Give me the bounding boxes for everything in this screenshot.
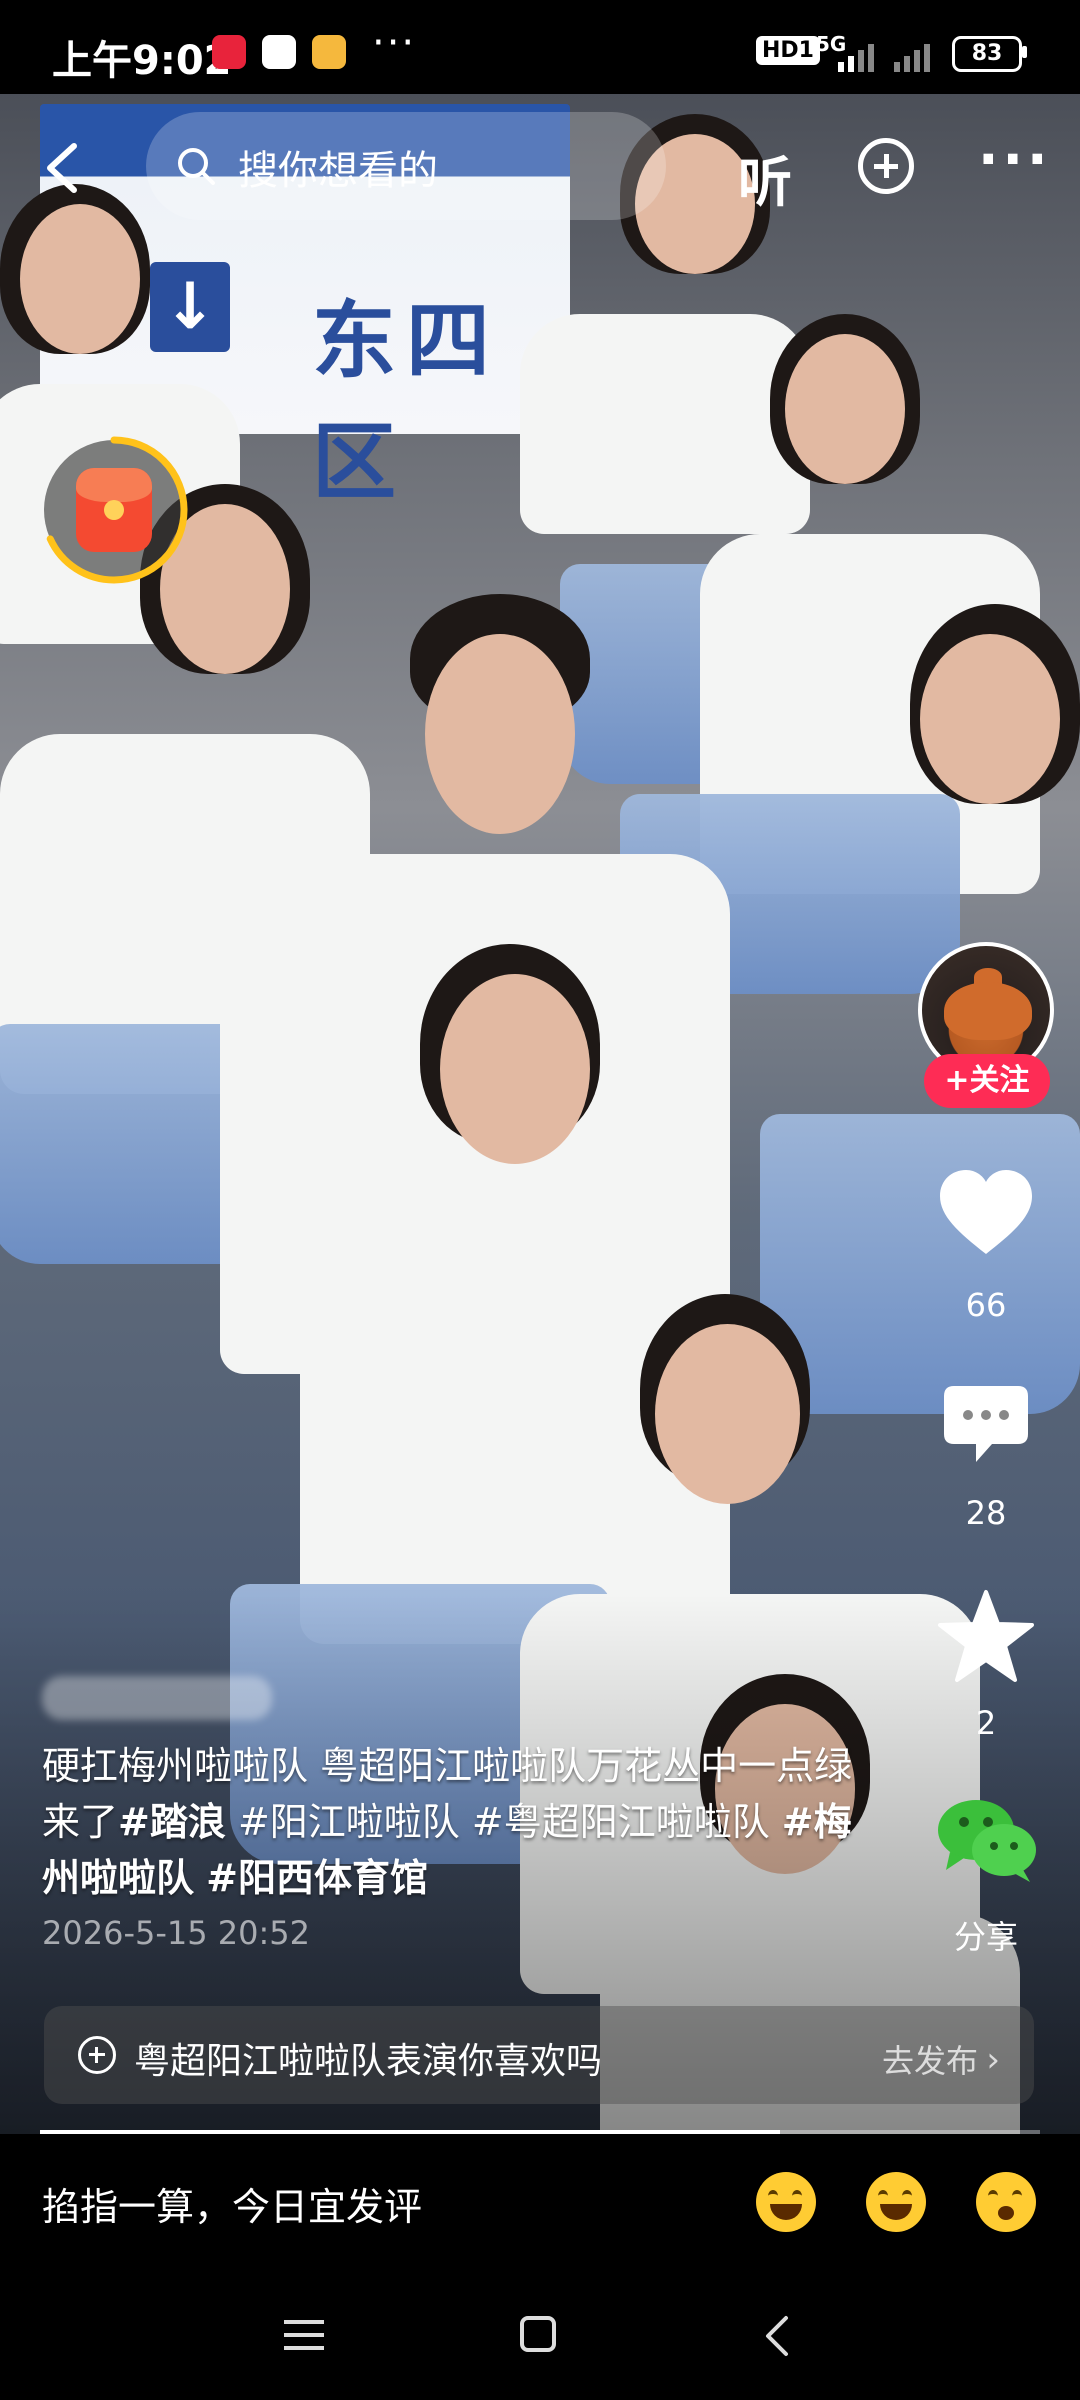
hd-badge: HD1 bbox=[756, 36, 820, 65]
video-app-notif-icon bbox=[262, 35, 296, 69]
wechat-share-icon[interactable] bbox=[934, 1796, 1040, 1882]
search-bar[interactable]: 搜你想看的 bbox=[146, 112, 666, 220]
signal-icon bbox=[838, 44, 930, 72]
back-icon[interactable] bbox=[38, 140, 88, 196]
favorite-count: 2 bbox=[975, 1704, 997, 1742]
search-icon bbox=[178, 148, 215, 185]
comment-input[interactable]: 掐指一算，今日宜发评 bbox=[42, 2176, 422, 2231]
home-icon[interactable] bbox=[520, 2316, 556, 2352]
comment-bar[interactable]: 掐指一算，今日宜发评 bbox=[0, 2134, 1080, 2274]
status-more-dots: ··· bbox=[372, 20, 417, 66]
performer bbox=[785, 334, 905, 484]
video-caption[interactable]: 硬扛梅州啦啦队 粤超阳江啦啦队万花丛中一点绿来了#踏浪 #阳江啦啦队 #粤超阳江… bbox=[42, 1738, 882, 1906]
wink-mouth bbox=[998, 2206, 1014, 2220]
share-label[interactable]: 分享 bbox=[926, 1912, 1046, 1958]
red-packet-seal bbox=[104, 500, 124, 520]
hashtag-link[interactable]: #阳西体育馆 bbox=[206, 1856, 428, 1900]
star-icon[interactable] bbox=[936, 1588, 1036, 1684]
more-icon[interactable]: ··· bbox=[978, 133, 1052, 187]
performer bbox=[920, 634, 1060, 804]
performer bbox=[655, 1324, 800, 1504]
xiaohongshu-notif-icon bbox=[212, 35, 246, 69]
red-packet-flap bbox=[76, 468, 152, 502]
grin-emoji-icon[interactable] bbox=[866, 2172, 926, 2232]
plus-circle-icon bbox=[78, 2036, 116, 2074]
comment-count: 28 bbox=[965, 1494, 1007, 1532]
battery-icon: 83 bbox=[952, 36, 1022, 72]
system-nav-bar bbox=[0, 2274, 1080, 2400]
caption-text: #阳江啦啦队 #粤超阳江啦啦队 bbox=[225, 1800, 782, 1844]
like-count: 66 bbox=[965, 1286, 1007, 1324]
back-nav-icon[interactable] bbox=[758, 2314, 798, 2358]
wink-emoji-icon[interactable] bbox=[976, 2172, 1036, 2232]
comment-icon[interactable] bbox=[940, 1382, 1032, 1466]
author-name-blurred bbox=[42, 1676, 272, 1720]
search-placeholder: 搜你想看的 bbox=[238, 148, 438, 194]
notes-notif-icon bbox=[312, 35, 346, 69]
hashtag-link[interactable]: #踏浪 bbox=[118, 1800, 226, 1844]
status-bar: 上午9:02 ··· HD1 5G 83 bbox=[0, 0, 1080, 104]
laugh-crying-emoji-icon[interactable] bbox=[756, 2172, 816, 2232]
performer bbox=[425, 634, 575, 834]
post-timestamp: 2026-5-15 20:52 bbox=[42, 1914, 310, 1952]
prompt-text: 粤超阳江啦啦队表演你喜欢吗 bbox=[134, 2041, 603, 2082]
plus-icon[interactable] bbox=[858, 138, 914, 194]
sign-down-arrow-icon: ↓ bbox=[150, 262, 230, 352]
listen-button[interactable]: 听 bbox=[738, 138, 792, 217]
heart-icon[interactable] bbox=[938, 1168, 1034, 1258]
performer bbox=[440, 974, 590, 1164]
chevron-right-icon: › bbox=[986, 2040, 1000, 2080]
follow-button[interactable]: +关注 bbox=[924, 1054, 1050, 1108]
performer bbox=[20, 204, 140, 354]
teapot-icon bbox=[944, 982, 1032, 1040]
status-time: 上午9:02 bbox=[52, 38, 232, 84]
battery-tip bbox=[1022, 46, 1027, 58]
caption-text bbox=[194, 1856, 206, 1900]
menu-icon[interactable] bbox=[284, 2318, 324, 2352]
prompt-bar[interactable]: 粤超阳江啦啦队表演你喜欢吗 去发布 › bbox=[44, 2006, 1034, 2104]
performer bbox=[520, 314, 810, 534]
publish-link[interactable]: 去发布 bbox=[882, 2036, 978, 2082]
